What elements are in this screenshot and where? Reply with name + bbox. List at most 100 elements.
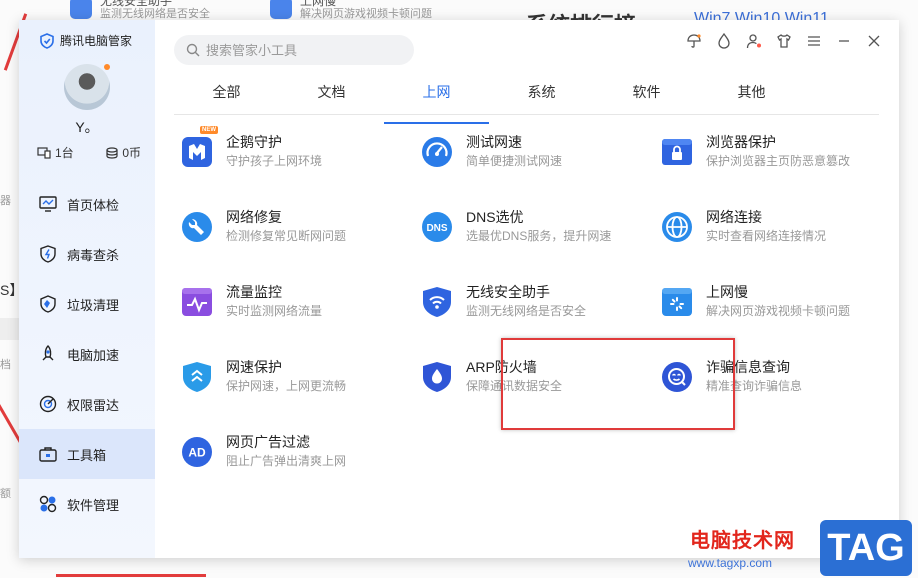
slow-network-icon [660,285,694,319]
sidebar-item-software-manager[interactable]: 软件管理 [19,479,155,529]
traffic-monitor-icon [180,285,214,319]
tab-software[interactable]: 软件 [594,80,699,114]
tool-desc: 保护浏览器主页防恶意篡改 [706,154,851,168]
tool-dns-optimize[interactable]: DNS DNS选优选最优DNS服务，提升网速 [420,208,650,258]
tool-name: 测试网速 [466,134,522,150]
username[interactable]: Y。 [19,117,155,137]
tool-desc: 实时查看网络连接情况 [706,229,827,243]
bg-tool-title: 上网慢 [300,0,337,8]
window-controls [685,32,883,50]
shield-bolt-icon [39,245,57,263]
umbrella-icon[interactable] [685,32,703,50]
tool-ad-filter[interactable]: AD 网页广告过滤 阻止广告弹出清爽上网 [180,433,410,483]
sidebar-item-label: 权限雷达 [67,397,120,413]
sidebar-item-label: 软件管理 [67,497,120,513]
tool-desc: 监测无线网络是否安全 [466,304,587,318]
bg-side-text: 器 [0,195,11,207]
bg-tool-slow: 上网慢 解决网页游戏视频卡顿问题 [270,0,432,21]
sidebar-nav: 首页体检 病毒查杀 垃圾清理 电脑加速 权限雷达 工具箱 软件管理 [19,179,155,529]
tool-desc: 守护孩子上网环境 [226,154,323,168]
tool-desc: 简单便捷测试网速 [466,154,563,168]
tool-browser-protection[interactable]: 浏览器保护保护浏览器主页防恶意篡改 [660,133,890,183]
tool-network-repair[interactable]: 网络修复 检测修复常见断网问题 [180,208,410,258]
browser-lock-icon [660,135,694,169]
tool-name: 流量监控 [226,284,282,300]
sidebar-item-speedup[interactable]: 电脑加速 [19,329,155,379]
pc-manager-window: 腾讯电脑管家 Y。 1台 0币 首页体检 病毒查杀 垃圾清理 电脑加速 权限雷达… [19,20,899,558]
tab-documents[interactable]: 文档 [279,80,384,114]
tool-name: 企鹅守护 [226,134,282,150]
bg-red-line [56,574,206,577]
tencent-shield-logo-icon [40,32,54,49]
sidebar-item-home-check[interactable]: 首页体检 [19,179,155,229]
sidebar-item-virus-scan[interactable]: 病毒查杀 [19,229,155,279]
brand-name: 腾讯电脑管家 [60,34,133,48]
sidebar-item-label: 电脑加速 [67,347,120,363]
search-box[interactable] [174,35,414,65]
sidebar: 腾讯电脑管家 Y。 1台 0币 首页体检 病毒查杀 垃圾清理 电脑加速 权限雷达… [19,20,155,558]
online-status-dot [104,64,110,70]
sidebar-item-permission-radar[interactable]: 权限雷达 [19,379,155,429]
bg-strip [0,318,20,340]
tool-penguin-guard[interactable]: NEW 企鹅守护 守护孩子上网环境 [180,126,410,183]
ad-icon-text: AD [188,446,206,460]
wrench-icon [180,210,214,244]
coins-stat[interactable]: 0币 [106,144,141,161]
tool-wifi-security[interactable]: 无线安全助手 监测无线网络是否安全 [420,283,650,333]
tab-other[interactable]: 其他 [699,80,804,114]
globe-icon [660,210,694,244]
apps-icon [39,495,57,513]
close-icon[interactable] [865,32,883,50]
sidebar-item-label: 病毒查杀 [67,247,120,263]
tool-name: 上网慢 [706,284,748,300]
ad-filter-icon: AD [180,435,214,469]
sidebar-item-junk-clean[interactable]: 垃圾清理 [19,279,155,329]
tool-desc: 保护网速，上网更流畅 [226,379,347,393]
sidebar-item-label: 垃圾清理 [67,297,120,313]
watermark-tag-logo: TAG [820,520,912,576]
tool-speed-test[interactable]: 测试网速简单便捷测试网速 [420,133,650,183]
coins-icon [106,146,118,159]
search-icon [186,43,200,57]
speedometer-icon [420,135,454,169]
tshirt-skin-icon[interactable] [775,32,793,50]
devices-icon [37,146,51,159]
tool-slow-network[interactable]: 上网慢解决网页游戏视频卡顿问题 [660,283,890,333]
speed-shield-icon [180,360,214,394]
devices-stat[interactable]: 1台 [37,144,74,161]
main-panel: 全部 文档 上网 系统 软件 其他 NEW 企鹅守护守护孩子上网环境 测试网速简… [155,20,899,558]
water-drop-icon[interactable] [715,32,733,50]
tool-network-connections[interactable]: 网络连接实时查看网络连接情况 [660,208,890,258]
tool-name: DNS选优 [466,209,524,225]
coins-count: 0币 [122,146,141,160]
devices-count: 1台 [55,146,74,160]
minimize-icon[interactable] [835,32,853,50]
tool-name: 网页广告过滤 [226,434,310,450]
avatar[interactable] [64,64,110,110]
tool-traffic-monitor[interactable]: 流量监控 实时监测网络流量 [180,283,410,333]
brand: 腾讯电脑管家 [39,32,132,49]
highlight-box [501,338,735,430]
tool-name: 网络连接 [706,209,762,225]
tool-desc: 选最优DNS服务，提升网速 [466,229,612,243]
search-input[interactable] [206,42,406,58]
bg-tool-title: 无线安全助手 [100,0,173,8]
watermark-url: www.tagxp.com [688,556,773,570]
tab-all[interactable]: 全部 [174,80,279,114]
radar-icon [39,395,57,413]
wifi-shield-icon [70,0,92,19]
user-account-icon[interactable] [745,32,763,50]
broom-icon [39,295,57,313]
tool-desc: 解决网页游戏视频卡顿问题 [706,304,851,318]
dns-icon-text: DNS [426,223,447,234]
tab-system[interactable]: 系统 [489,80,594,114]
tab-internet[interactable]: 上网 [384,80,489,124]
tool-name: 浏览器保护 [706,134,776,150]
menu-icon[interactable] [805,32,823,50]
sidebar-item-label: 工具箱 [67,447,107,463]
bg-tool-wifi: 无线安全助手 监测无线网络是否安全 [70,0,210,21]
sidebar-item-toolbox[interactable]: 工具箱 [19,429,155,479]
sidebar-item-label: 首页体检 [67,197,120,213]
tool-speed-protection[interactable]: 网速保护 保护网速，上网更流畅 [180,358,410,408]
tool-name: 网络修复 [226,209,282,225]
